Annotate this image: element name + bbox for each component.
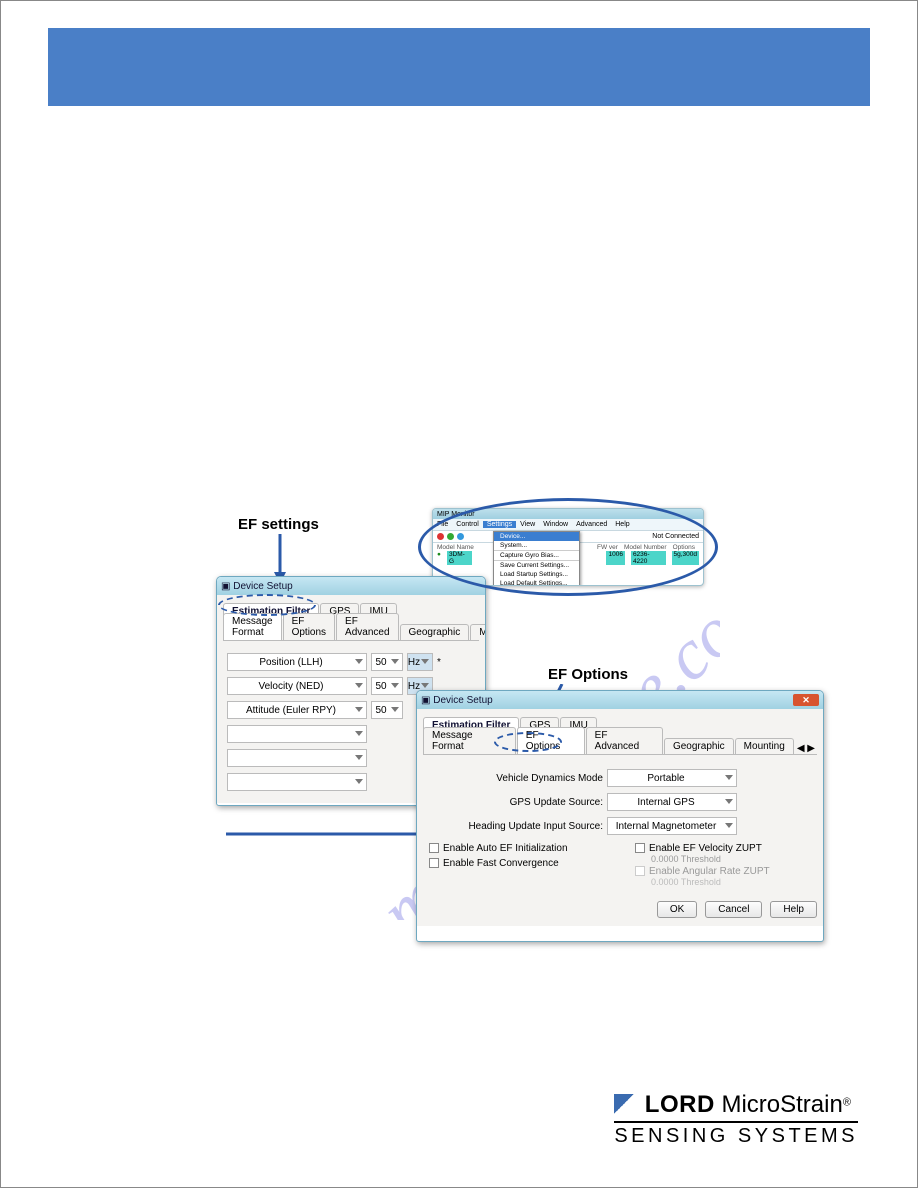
unit-position[interactable]: Hz — [407, 653, 433, 671]
subtab-geographic-2[interactable]: Geographic — [664, 738, 734, 754]
menu-view[interactable]: View — [516, 521, 539, 528]
menu-help[interactable]: Help — [611, 521, 633, 528]
stop-icon[interactable] — [457, 533, 464, 540]
ok-button[interactable]: OK — [657, 901, 697, 918]
settings-dropdown: Device... System... Capture Gyro Bias...… — [493, 531, 580, 586]
vel-threshold: 0.0000 Threshold — [635, 854, 811, 864]
logo-brand-lord: LORD — [645, 1091, 715, 1118]
menu-file[interactable]: File — [433, 521, 452, 528]
mip-titlebar: MIP Monitor — [433, 509, 703, 519]
hdr-model-name: Model Name — [437, 544, 491, 551]
ang-threshold: 0.0000 Threshold — [635, 877, 811, 887]
hdr-options: Options — [673, 544, 695, 551]
empty-field[interactable] — [227, 773, 367, 791]
field-velocity-ned[interactable]: Velocity (NED) — [227, 677, 367, 695]
empty-field[interactable] — [227, 749, 367, 767]
field-position-llh[interactable]: Position (LLH) — [227, 653, 367, 671]
dialog2-titlebar: ▣ Device Setup ✕ — [417, 691, 823, 709]
empty-field[interactable] — [227, 725, 367, 743]
required-mark: * — [437, 657, 441, 668]
logo-reg: ® — [843, 1097, 851, 1109]
rate-position[interactable]: 50 — [371, 653, 403, 671]
top-banner — [48, 28, 870, 106]
menu-control[interactable]: Control — [452, 521, 483, 528]
logo-subtitle: SENSING SYSTEMS — [614, 1121, 858, 1148]
tab-nav-arrows-2[interactable]: ◀ ▶ — [795, 743, 817, 754]
subtab-ef-advanced-2[interactable]: EF Advanced — [586, 727, 663, 754]
cell-model-name[interactable]: 3DM-G — [447, 551, 472, 565]
value-vehicle-dynamics[interactable]: Portable — [607, 769, 737, 787]
logo-mark — [614, 1094, 634, 1114]
subtab-message-format-2[interactable]: Message Format — [423, 727, 516, 754]
subtab-ef-options-2[interactable]: EF Options — [517, 727, 585, 754]
footer-logo: LORD MicroStrain® SENSING SYSTEMS — [614, 1091, 858, 1148]
subtab-message-format[interactable]: Message Format — [223, 613, 282, 640]
callout-ef-settings-label: EF settings — [238, 516, 319, 533]
close-icon[interactable]: ✕ — [793, 694, 819, 706]
value-heading-source[interactable]: Internal Magnetometer — [607, 817, 737, 835]
record-icon[interactable] — [437, 533, 444, 540]
dropdown-item[interactable]: Load Startup Settings... — [494, 570, 579, 579]
subtab-mounting-2[interactable]: Mounting — [735, 738, 794, 754]
help-button[interactable]: Help — [770, 901, 817, 918]
rate-velocity[interactable]: 50 — [371, 677, 403, 695]
status-text: Not Connected — [652, 533, 699, 540]
mip-monitor-window: MIP Monitor File Control Settings View W… — [432, 508, 704, 586]
check-auto-init[interactable]: Enable Auto EF Initialization — [429, 843, 605, 854]
check-ang-zupt: Enable Angular Rate ZUPT — [635, 866, 811, 877]
label-vehicle-dynamics: Vehicle Dynamics Mode — [429, 773, 603, 784]
label-heading-source: Heading Update Input Source: — [429, 821, 603, 832]
menu-settings[interactable]: Settings — [483, 521, 516, 528]
field-attitude-euler[interactable]: Attitude (Euler RPY) — [227, 701, 367, 719]
dialog1-titlebar: ▣ Device Setup — [217, 577, 485, 595]
dropdown-device[interactable]: Device... — [494, 532, 579, 541]
callout-ef-options-label: EF Options — [548, 666, 628, 683]
dialog1-title: Device Setup — [233, 581, 292, 592]
subtab-ef-advanced[interactable]: EF Advanced — [336, 613, 398, 640]
cancel-button[interactable]: Cancel — [705, 901, 762, 918]
cell-modelnum: 6236-4220 — [631, 551, 666, 565]
cell-options: 5g,300d — [672, 551, 700, 565]
hdr-modelnum: Model Number — [624, 544, 667, 551]
dropdown-item[interactable]: System... — [494, 541, 579, 550]
device-setup-dialog-2: ▣ Device Setup ✕ Estimation Filter GPS I… — [416, 690, 824, 942]
subtab-mounting[interactable]: Mounting — [470, 624, 486, 640]
mip-title: MIP Monitor — [437, 511, 475, 518]
check-fast-conv[interactable]: Enable Fast Convergence — [429, 858, 605, 869]
hdr-fw: FW ver — [597, 544, 618, 551]
dialog2-title: Device Setup — [433, 695, 492, 706]
subtab-geographic[interactable]: Geographic — [400, 624, 470, 640]
subtab-ef-options[interactable]: EF Options — [283, 613, 335, 640]
dropdown-item[interactable]: Save Current Settings... — [494, 560, 579, 570]
dropdown-item[interactable]: Load Default Settings... — [494, 579, 579, 586]
menu-window[interactable]: Window — [539, 521, 572, 528]
mip-menubar: File Control Settings View Window Advanc… — [433, 519, 703, 531]
value-gps-source[interactable]: Internal GPS — [607, 793, 737, 811]
rate-attitude[interactable]: 50 — [371, 701, 403, 719]
check-vel-zupt[interactable]: Enable EF Velocity ZUPT — [635, 843, 811, 854]
play-icon[interactable] — [447, 533, 454, 540]
label-gps-source: GPS Update Source: — [429, 797, 603, 808]
logo-brand-microstrain: MicroStrain — [715, 1091, 843, 1118]
menu-advanced[interactable]: Advanced — [572, 521, 611, 528]
cell-fw: 1006 — [606, 551, 624, 565]
dropdown-item[interactable]: Capture Gyro Bias... — [494, 550, 579, 560]
